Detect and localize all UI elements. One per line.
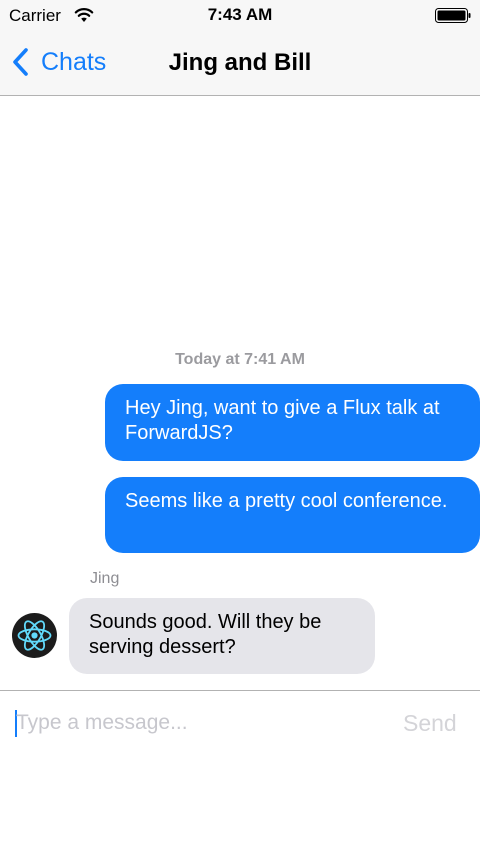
conversation-title: Jing and Bill <box>168 49 312 76</box>
message-timestamp: Today at 7:41 AM <box>175 351 305 368</box>
battery-icon <box>435 8 471 23</box>
message-input[interactable] <box>16 708 376 738</box>
message-composer: Send <box>0 690 480 760</box>
send-button[interactable]: Send <box>403 710 457 737</box>
outgoing-message-bubble[interactable]: Seems like a pretty cool conference. <box>105 477 480 553</box>
status-time: 7:43 AM <box>207 5 273 24</box>
outgoing-message-bubble[interactable]: Hey Jing, want to give a Flux talk at Fo… <box>105 384 480 461</box>
sender-name: Jing <box>90 570 120 587</box>
navigation-bar: Chats Jing and Bill <box>0 30 480 96</box>
incoming-message-bubble[interactable]: Sounds good. Will they be serving desser… <box>69 598 375 674</box>
react-logo-icon <box>17 620 52 651</box>
status-bar: Carrier 7:43 AM <box>0 0 480 30</box>
avatar[interactable] <box>12 613 57 658</box>
